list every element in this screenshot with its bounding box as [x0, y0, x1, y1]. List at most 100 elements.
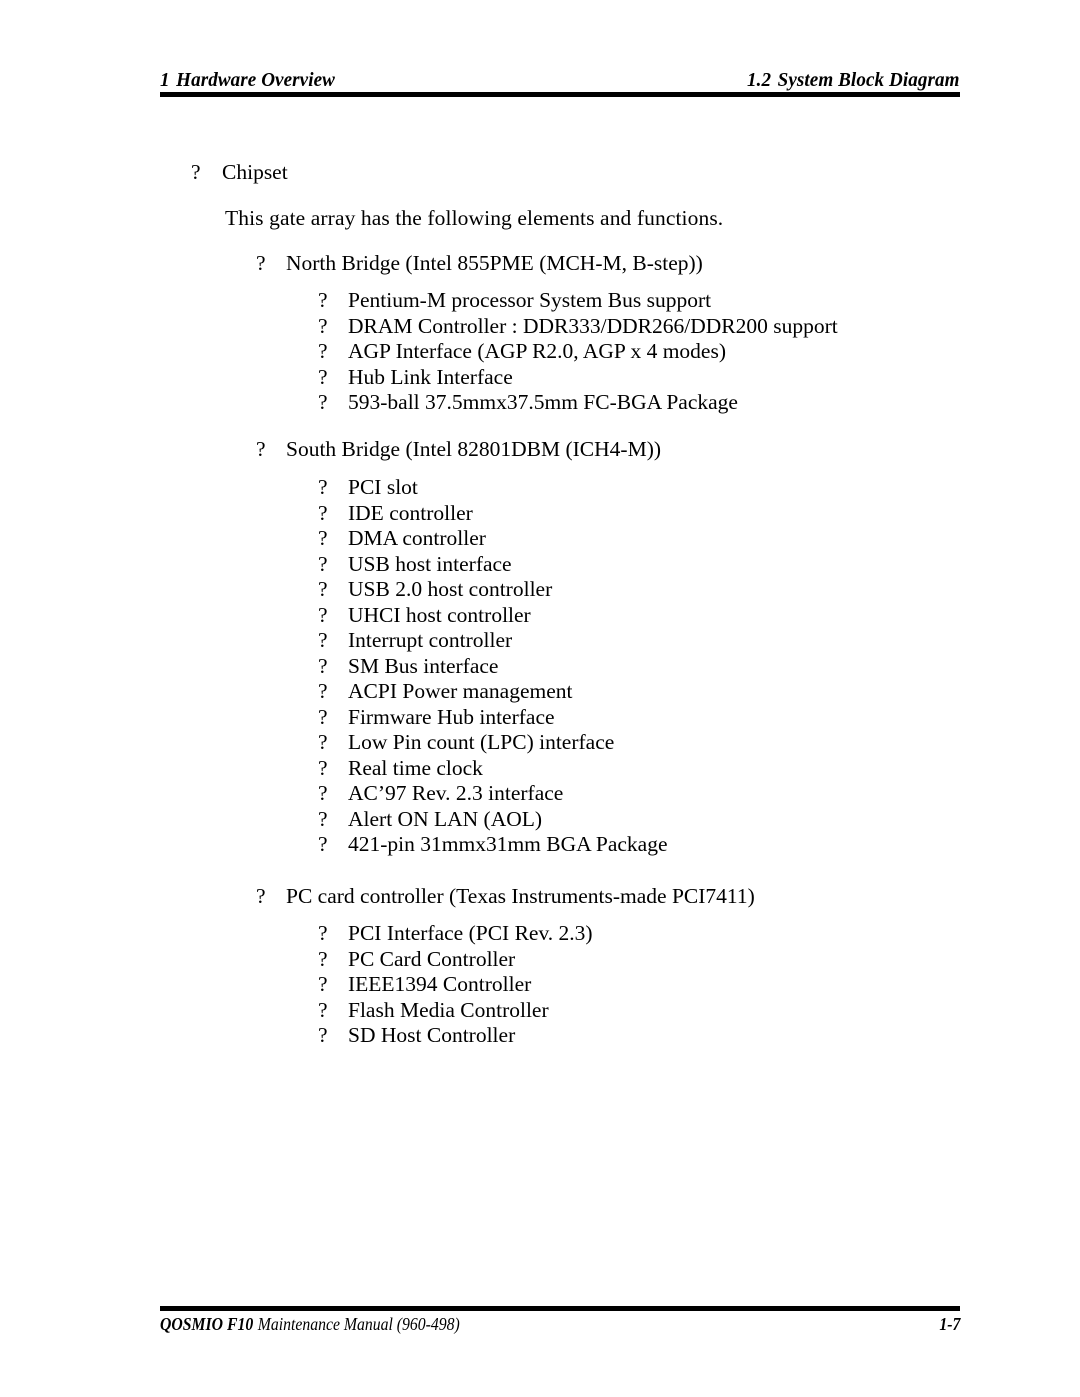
list-item: ? AC’97 Rev. 2.3 interface: [318, 781, 563, 807]
list-item: ? IDE controller: [318, 500, 473, 527]
list-bullet-marker: ?: [318, 390, 328, 414]
list-item-group-heading: ? North Bridge (Intel 855PME (MCH-M, B-st…: [256, 251, 703, 277]
list-item: ? Firmware Hub interface: [318, 704, 555, 731]
list-item: ? USB 2.0 host controller: [318, 577, 552, 603]
list-bullet-marker: ?: [318, 997, 328, 1022]
list-bullet-marker: ?: [318, 653, 328, 678]
list-item-label: Firmware Hub interface: [348, 704, 555, 729]
list-bullet-marker: ?: [318, 946, 328, 971]
footer-manual-name: Maintenance Manual (960-498): [257, 1314, 460, 1334]
list-bullet-marker: ?: [318, 921, 328, 945]
list-item-topic: ? Chipset: [191, 160, 288, 186]
header-section-title: System Block Diagram: [778, 69, 960, 91]
list-item: ? Interrupt controller: [318, 628, 512, 654]
list-item-label: Real time clock: [348, 755, 483, 780]
list-item-label: ACPI Power management: [348, 679, 573, 703]
running-header: 1 Hardware Overview 1.2 System Block Diagr…: [160, 58, 960, 92]
list-item-label: Hub Link Interface: [348, 364, 513, 389]
list-item-label: DRAM Controller : DDR333/DDR266/DDR200 s…: [348, 313, 838, 338]
list-item-label: South Bridge (Intel 82801DBM (ICH4-M)): [286, 437, 662, 461]
list-bullet-marker: ?: [318, 526, 328, 550]
list-item: ? Real time clock: [318, 755, 483, 782]
list-bullet-marker: ?: [318, 628, 328, 652]
list-bullet-marker: ?: [318, 288, 328, 312]
list-item-label: AC’97 Rev. 2.3 interface: [348, 781, 564, 805]
list-item-label: Chipset: [222, 160, 288, 184]
list-item-label: USB 2.0 host controller: [348, 577, 553, 601]
list-item-label: USB host interface: [348, 551, 512, 576]
list-item-label: IDE controller: [348, 500, 473, 525]
list-bullet-marker: ?: [318, 475, 328, 499]
list-item: ? Hub Link Interface: [318, 364, 513, 391]
list-item: ? DMA controller: [318, 526, 486, 552]
header-chapter: 1 Hardware Overview: [160, 69, 335, 92]
list-item-label: PC card controller (Texas Instruments-ma…: [286, 884, 755, 908]
list-item: ? PC Card Controller: [318, 946, 515, 973]
list-item: ? 593-ball 37.5mmx37.5mm FC-BGA Package: [318, 390, 738, 416]
list-item: ? SM Bus interface: [318, 653, 498, 680]
list-bullet-marker: ?: [318, 832, 328, 856]
footer-product-name: QOSMIO F10: [160, 1314, 254, 1334]
list-item: ? 421-pin 31mmx31mm BGA Package: [318, 832, 668, 858]
list-item-group-heading: ? PC card controller (Texas Instruments-m…: [256, 884, 755, 910]
list-item-label: PC Card Controller: [348, 946, 516, 971]
list-bullet-marker: ?: [318, 806, 328, 831]
running-footer: QOSMIO F10 Maintenance Manual (960-498) 1…: [160, 1314, 960, 1344]
list-item: ? Low Pin count (LPC) interface: [318, 730, 614, 756]
header-chapter-number: 1: [160, 69, 170, 91]
list-item-label: SM Bus interface: [348, 653, 499, 678]
list-item: ? PCI Interface (PCI Rev. 2.3): [318, 921, 593, 947]
list-bullet-marker: ?: [318, 551, 328, 576]
header-section: 1.2 System Block Diagram: [747, 69, 960, 92]
list-item: ? DRAM Controller : DDR333/DDR266/DDR200 …: [318, 313, 838, 340]
list-bullet-marker: ?: [318, 972, 328, 996]
list-bullet-marker: ?: [318, 781, 328, 805]
list-item-label: UHCI host controller: [348, 602, 531, 627]
list-item-label: Low Pin count (LPC) interface: [348, 730, 615, 754]
list-bullet-marker: ?: [318, 364, 328, 389]
page-number: 1-7: [939, 1314, 960, 1334]
list-bullet-marker: ?: [318, 704, 328, 729]
list-item: ? UHCI host controller: [318, 602, 531, 629]
list-item-label: IEEE1394 Controller: [348, 972, 532, 996]
header-rule: [160, 92, 960, 97]
list-item: ? Pentium-M processor System Bus support: [318, 288, 711, 314]
list-bullet-marker: ?: [318, 755, 328, 780]
list-item-label: Flash Media Controller: [348, 997, 549, 1022]
list-item-label: SD Host Controller: [348, 1023, 516, 1047]
list-item: ? Flash Media Controller: [318, 997, 549, 1024]
list-item: ? Alert ON LAN (AOL): [318, 806, 542, 833]
list-item: ? USB host interface: [318, 551, 512, 578]
list-item: ? IEEE1394 Controller: [318, 972, 531, 998]
list-bullet-marker: ?: [318, 1023, 328, 1047]
list-item-label: PCI slot: [348, 475, 418, 499]
document-page: 1 Hardware Overview 1.2 System Block Diagr…: [0, 0, 1080, 1397]
list-bullet-marker: ?: [318, 339, 328, 363]
list-item-label: DMA controller: [348, 526, 486, 550]
header-chapter-title: Hardware Overview: [176, 69, 335, 91]
list-bullet-marker: ?: [318, 679, 328, 703]
list-item-label: PCI Interface (PCI Rev. 2.3): [348, 921, 593, 945]
header-section-number: 1.2: [747, 69, 772, 91]
list-item: ? ACPI Power management: [318, 679, 573, 705]
list-item-label: 593-ball 37.5mmx37.5mm FC-BGA Package: [348, 390, 738, 414]
list-item: ? PCI slot: [318, 475, 418, 501]
list-item-label: North Bridge (Intel 855PME (MCH-M, B-ste…: [286, 251, 703, 275]
list-bullet-marker: ?: [318, 577, 328, 601]
list-item-label: AGP Interface (AGP R2.0, AGP x 4 modes): [348, 339, 726, 363]
intro-paragraph: This gate array has the following elemen…: [225, 206, 724, 230]
list-item-label: Pentium-M processor System Bus support: [348, 288, 712, 312]
list-bullet-marker: ?: [318, 313, 328, 338]
list-bullet-marker: ?: [256, 437, 266, 461]
list-bullet-marker: ?: [318, 602, 328, 627]
list-bullet-marker: ?: [191, 160, 201, 184]
list-bullet-marker: ?: [318, 730, 328, 754]
list-item-group-heading: ? South Bridge (Intel 82801DBM (ICH4-M)): [256, 437, 661, 463]
list-bullet-marker: ?: [256, 884, 266, 908]
list-item: ? SD Host Controller: [318, 1023, 515, 1049]
footer-manual-title: QOSMIO F10 Maintenance Manual (960-498): [160, 1314, 460, 1335]
list-bullet-marker: ?: [256, 251, 266, 275]
footer-rule: [160, 1306, 960, 1311]
list-bullet-marker: ?: [318, 500, 328, 525]
list-item: ? AGP Interface (AGP R2.0, AGP x 4 modes): [318, 339, 726, 365]
